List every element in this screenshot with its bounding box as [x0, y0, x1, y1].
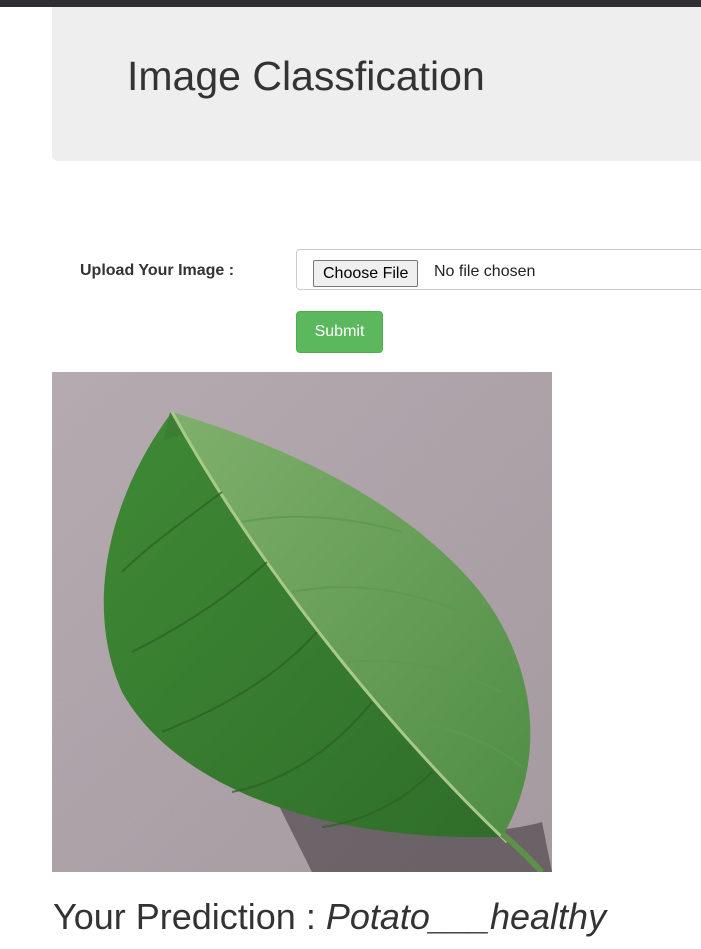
- file-status-text: No file chosen: [434, 263, 536, 280]
- choose-file-button[interactable]: Choose File: [313, 260, 419, 287]
- header-jumbotron: Image Classfication: [52, 7, 701, 161]
- page-title: Image Classfication: [127, 53, 485, 99]
- window-top-bar: [0, 0, 701, 7]
- prediction-value: Potato___healthy: [325, 896, 607, 937]
- submit-button[interactable]: Submit: [296, 311, 383, 353]
- uploaded-leaf-image: [52, 372, 552, 872]
- upload-label: Upload Your Image :: [80, 262, 235, 279]
- prediction-result: Your Prediction : Potato___healthy: [53, 893, 606, 941]
- prediction-label: Your Prediction :: [53, 896, 326, 937]
- file-input[interactable]: Choose File No file chosen: [296, 249, 701, 290]
